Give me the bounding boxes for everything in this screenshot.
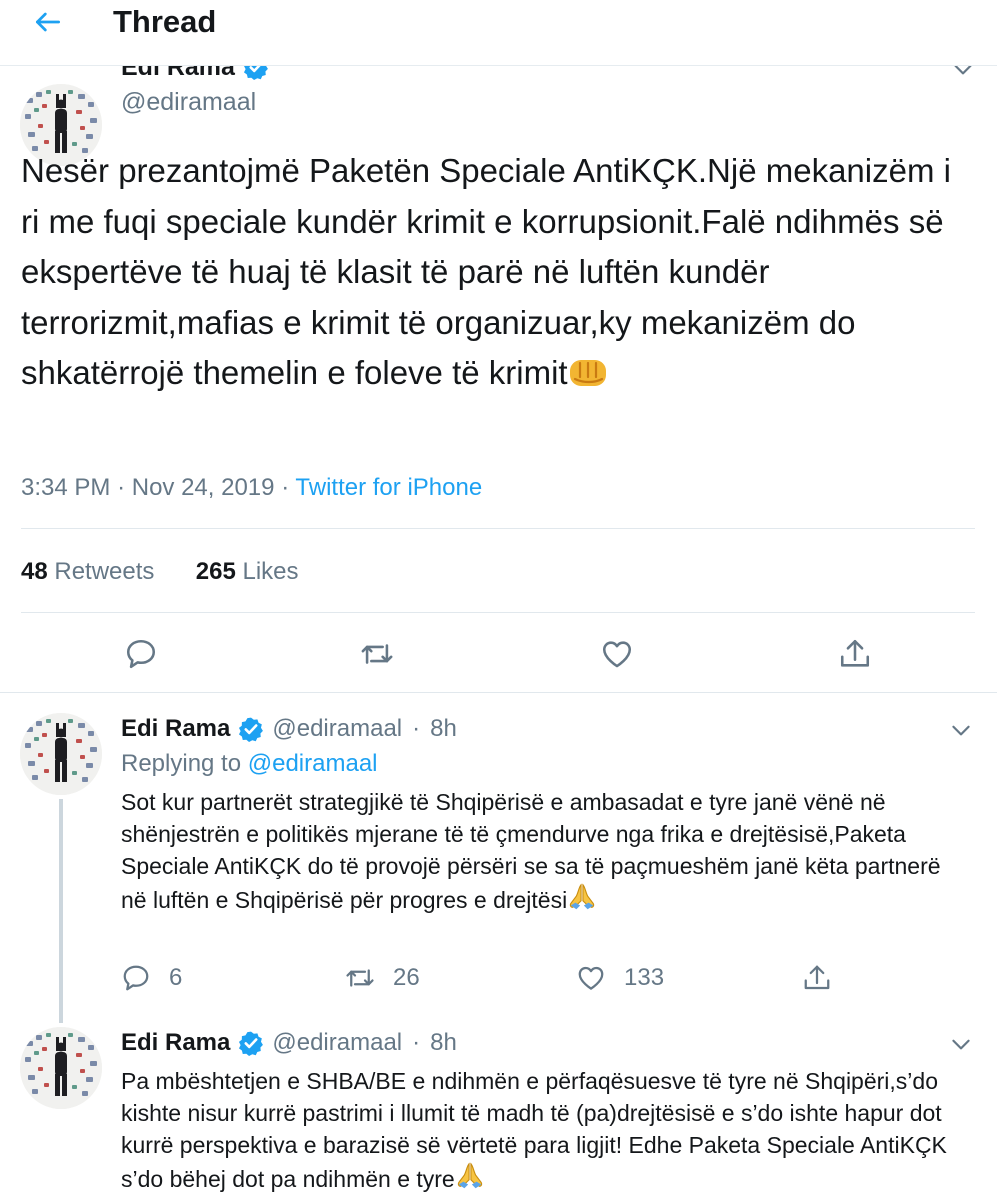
fist-icon [568,356,608,388]
folded-hands-icon [455,1161,485,1191]
share-icon [838,637,872,671]
reply-header: Edi Rama @ediramaal · 8h [121,1028,457,1058]
chevron-down-icon[interactable] [948,1031,974,1062]
verified-badge-icon [238,716,264,742]
likes-count: 265 [195,558,236,585]
tweet-text: Nesër prezantojmë Paketën Speciale AntiK… [21,146,961,399]
retweet-button[interactable]: 26 [345,963,420,993]
dot-separator: · [412,1029,421,1056]
timestamp[interactable]: 8h [430,714,457,744]
share-icon [802,963,832,993]
retweets-count: 26 [393,964,420,991]
retweet-icon [345,963,375,993]
retweet-button[interactable] [357,634,397,674]
replies-count: 6 [169,964,183,991]
tweet-body: Nesër prezantojmë Paketën Speciale AntiK… [21,152,951,391]
thread-line [59,799,63,1019]
timestamp[interactable]: 8h [430,1028,457,1058]
thread-line [59,1007,63,1023]
heart-icon [576,963,606,993]
heart-icon [600,637,634,671]
author-name[interactable]: Edi Rama [121,1028,230,1058]
chevron-down-icon[interactable] [948,717,974,748]
tweet-meta: 3:34 PM · Nov 24, 2019 · Twitter for iPh… [21,472,482,504]
tweet-source-link[interactable]: Twitter for iPhone [295,474,482,501]
main-tweet: Edi Rama @ediramaal Nesër prezantojmë Pa… [0,40,997,692]
like-button[interactable] [597,634,637,674]
retweets-label: Retweets [54,558,155,585]
tweet-action-bar [0,634,997,674]
divider [21,612,975,613]
author-handle[interactable]: @ediramaal [272,714,402,744]
divider [21,528,975,529]
reply-text: Sot kur partnerët strategjikë të Shqipër… [121,786,971,916]
avatar[interactable] [20,713,102,795]
share-button[interactable] [802,963,832,993]
page-title: Thread [113,4,217,39]
retweets-stat[interactable]: 48 Retweets [21,558,154,585]
share-button[interactable] [835,634,875,674]
author-handle[interactable]: @ediramaal [121,87,256,117]
retweet-icon [360,637,394,671]
tweet-time: 3:34 PM [21,474,111,501]
arrow-left-icon [36,12,60,32]
replying-prefix: Replying to [121,750,242,777]
reply-header: Edi Rama @ediramaal · 8h [121,714,457,744]
retweets-count: 48 [21,558,48,585]
reply-text: Pa mbështetjen e SHBA/BE e ndihmën e për… [121,1065,971,1195]
reply-icon [121,963,151,993]
tweet-stats: 48 Retweets 265 Likes [21,556,299,588]
reply-tweet[interactable]: Edi Rama @ediramaal · 8h Pa mbështetjen … [0,1007,997,1200]
author-name[interactable]: Edi Rama [121,714,230,744]
likes-label: Likes [242,558,299,585]
reply-tweet[interactable]: Edi Rama @ediramaal · 8h Replying to @ed… [0,693,997,1023]
reply-body: Pa mbështetjen e SHBA/BE e ndihmën e për… [121,1068,947,1192]
author-handle[interactable]: @ediramaal [272,1028,402,1058]
meta-separator: · [117,474,126,501]
back-button[interactable] [28,4,68,40]
folded-hands-icon [567,882,597,912]
reply-icon [124,637,158,671]
reply-action-bar: 6 26 133 [121,963,841,993]
meta-separator: · [281,474,290,501]
like-button[interactable]: 133 [576,963,664,993]
app-header: Thread [0,0,997,66]
tweet-date: Nov 24, 2019 [131,474,275,501]
reply-button[interactable]: 6 [121,963,182,993]
likes-count: 133 [624,964,665,991]
avatar[interactable] [20,1027,102,1109]
dot-separator: · [412,715,421,742]
reply-button[interactable] [121,634,161,674]
replying-to-link[interactable]: @ediramaal [248,750,378,777]
verified-badge-icon [238,1030,264,1056]
replying-to: Replying to @ediramaal [121,749,378,779]
likes-stat[interactable]: 265 Likes [196,558,299,585]
reply-body: Sot kur partnerët strategjikë të Shqipër… [121,789,941,913]
